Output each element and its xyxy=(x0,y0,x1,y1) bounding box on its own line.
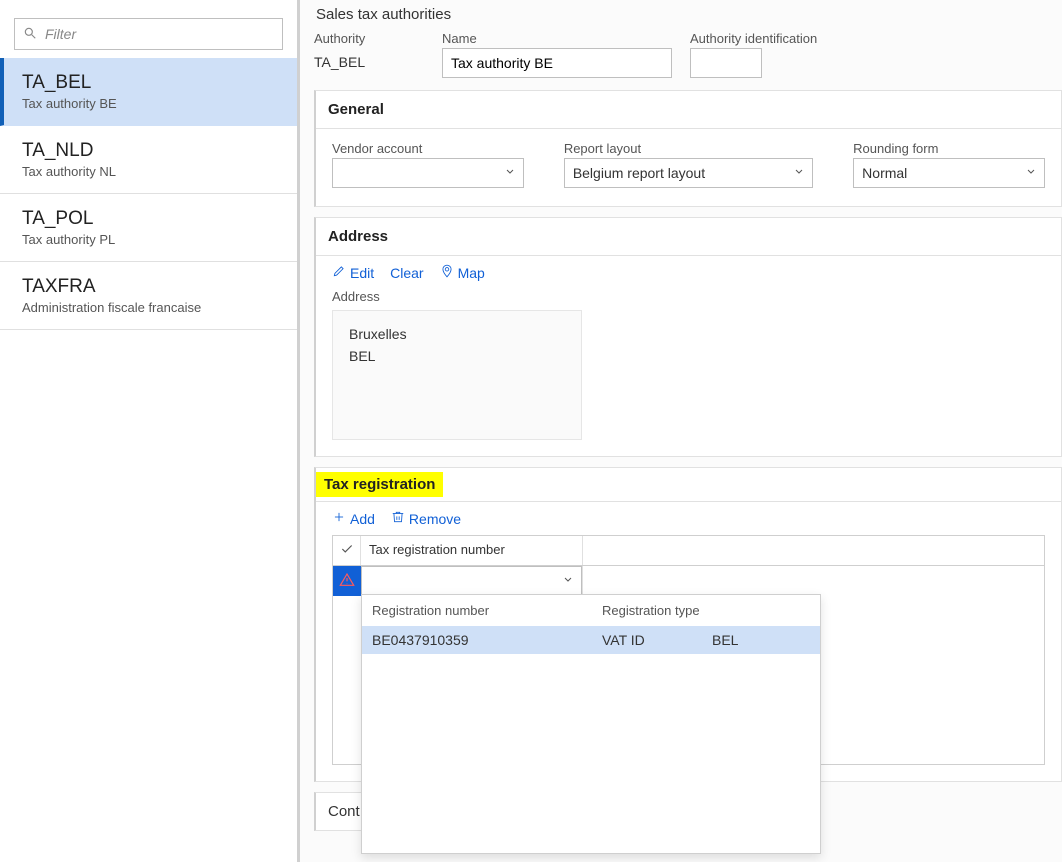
list-item-desc: Tax authority BE xyxy=(22,96,275,111)
check-icon xyxy=(340,542,354,559)
address-line1: Bruxelles xyxy=(349,323,565,345)
dd-row-type: VAT ID xyxy=(602,632,712,648)
clear-button[interactable]: Clear xyxy=(390,264,423,281)
authority-label: Authority xyxy=(314,31,424,46)
general-title[interactable]: General xyxy=(316,91,1061,129)
map-icon xyxy=(440,264,454,281)
remove-button[interactable]: Remove xyxy=(391,510,461,527)
col-regnum[interactable]: Tax registration number xyxy=(361,536,583,565)
dd-row-num: BE0437910359 xyxy=(372,632,602,648)
address-title[interactable]: Address xyxy=(316,218,1061,256)
dd-col-regtype: Registration type xyxy=(602,603,810,618)
header-fields: Authority TA_BEL Name Authority identifi… xyxy=(314,31,1062,78)
row-warning xyxy=(333,566,361,596)
rounding-select[interactable]: Normal xyxy=(853,158,1045,188)
list-item-desc: Tax authority PL xyxy=(22,232,275,247)
list-item[interactable]: TA_NLD Tax authority NL xyxy=(0,126,297,194)
report-select[interactable]: Belgium report layout xyxy=(564,158,813,188)
list-item[interactable]: TAXFRA Administration fiscale francaise xyxy=(0,262,297,330)
list-item-code: TA_BEL xyxy=(22,72,275,94)
trash-icon xyxy=(391,510,405,527)
plus-icon xyxy=(332,510,346,527)
vendor-label: Vendor account xyxy=(332,141,524,156)
name-input[interactable] xyxy=(442,48,672,78)
edit-button[interactable]: Edit xyxy=(332,264,374,281)
dd-col-regnum: Registration number xyxy=(372,603,602,618)
clear-label: Clear xyxy=(390,265,423,281)
list-item-desc: Administration fiscale francaise xyxy=(22,300,275,315)
report-value: Belgium report layout xyxy=(564,158,813,188)
taxreg-title[interactable]: Tax registration xyxy=(316,472,443,497)
authority-value: TA_BEL xyxy=(314,48,424,70)
list-item-code: TA_POL xyxy=(22,208,275,230)
auth-id-label: Authority identification xyxy=(690,31,817,46)
page-title: Sales tax authorities xyxy=(316,6,1062,23)
general-panel: General Vendor account Report layout Bel… xyxy=(314,90,1062,207)
regnum-input[interactable] xyxy=(361,566,582,596)
rounding-label: Rounding form xyxy=(853,141,1045,156)
vendor-select[interactable] xyxy=(332,158,524,188)
warning-triangle-icon xyxy=(339,572,355,591)
chevron-down-icon xyxy=(504,166,516,181)
select-all-checkbox[interactable] xyxy=(333,536,361,565)
auth-id-input[interactable] xyxy=(690,48,762,78)
dd-row-country: BEL xyxy=(712,632,810,648)
map-label: Map xyxy=(458,265,485,281)
address-panel: Address Edit Clear Map Address Bruxelles… xyxy=(314,217,1062,457)
taxreg-grid: Tax registration number Registration num… xyxy=(332,535,1045,765)
list-item-code: TAXFRA xyxy=(22,276,275,298)
chevron-down-icon[interactable] xyxy=(562,574,574,589)
list-item[interactable]: TA_POL Tax authority PL xyxy=(0,194,297,262)
sidebar: TA_BEL Tax authority BE TA_NLD Tax autho… xyxy=(0,0,298,862)
list-item-desc: Tax authority NL xyxy=(22,164,275,179)
remove-label: Remove xyxy=(409,511,461,527)
address-sublabel: Address xyxy=(316,289,1061,310)
list-item[interactable]: TA_BEL Tax authority BE xyxy=(0,58,297,126)
vendor-value xyxy=(332,158,524,188)
address-line2: BEL xyxy=(349,345,565,367)
filter-box[interactable] xyxy=(14,18,283,50)
chevron-down-icon xyxy=(1025,166,1037,181)
list-item-code: TA_NLD xyxy=(22,140,275,162)
dropdown-row[interactable]: BE0437910359 VAT ID BEL xyxy=(362,626,820,654)
table-row[interactable] xyxy=(333,566,1044,596)
pencil-icon xyxy=(332,264,346,281)
add-label: Add xyxy=(350,511,375,527)
name-label: Name xyxy=(442,31,672,46)
address-display: Bruxelles BEL xyxy=(332,310,582,440)
main: Sales tax authorities Authority TA_BEL N… xyxy=(298,0,1062,862)
regnum-dropdown[interactable]: Registration number Registration type BE… xyxy=(361,594,821,854)
add-button[interactable]: Add xyxy=(332,510,375,527)
report-label: Report layout xyxy=(564,141,813,156)
edit-label: Edit xyxy=(350,265,374,281)
taxreg-panel: Tax registration Add Remove Tax registra xyxy=(314,467,1062,782)
chevron-down-icon xyxy=(793,166,805,181)
dropdown-header: Registration number Registration type xyxy=(362,595,820,626)
filter-input[interactable] xyxy=(43,25,274,43)
authority-list: TA_BEL Tax authority BE TA_NLD Tax autho… xyxy=(0,58,297,330)
search-icon xyxy=(23,26,37,43)
rounding-value: Normal xyxy=(853,158,1045,188)
map-button[interactable]: Map xyxy=(440,264,485,281)
